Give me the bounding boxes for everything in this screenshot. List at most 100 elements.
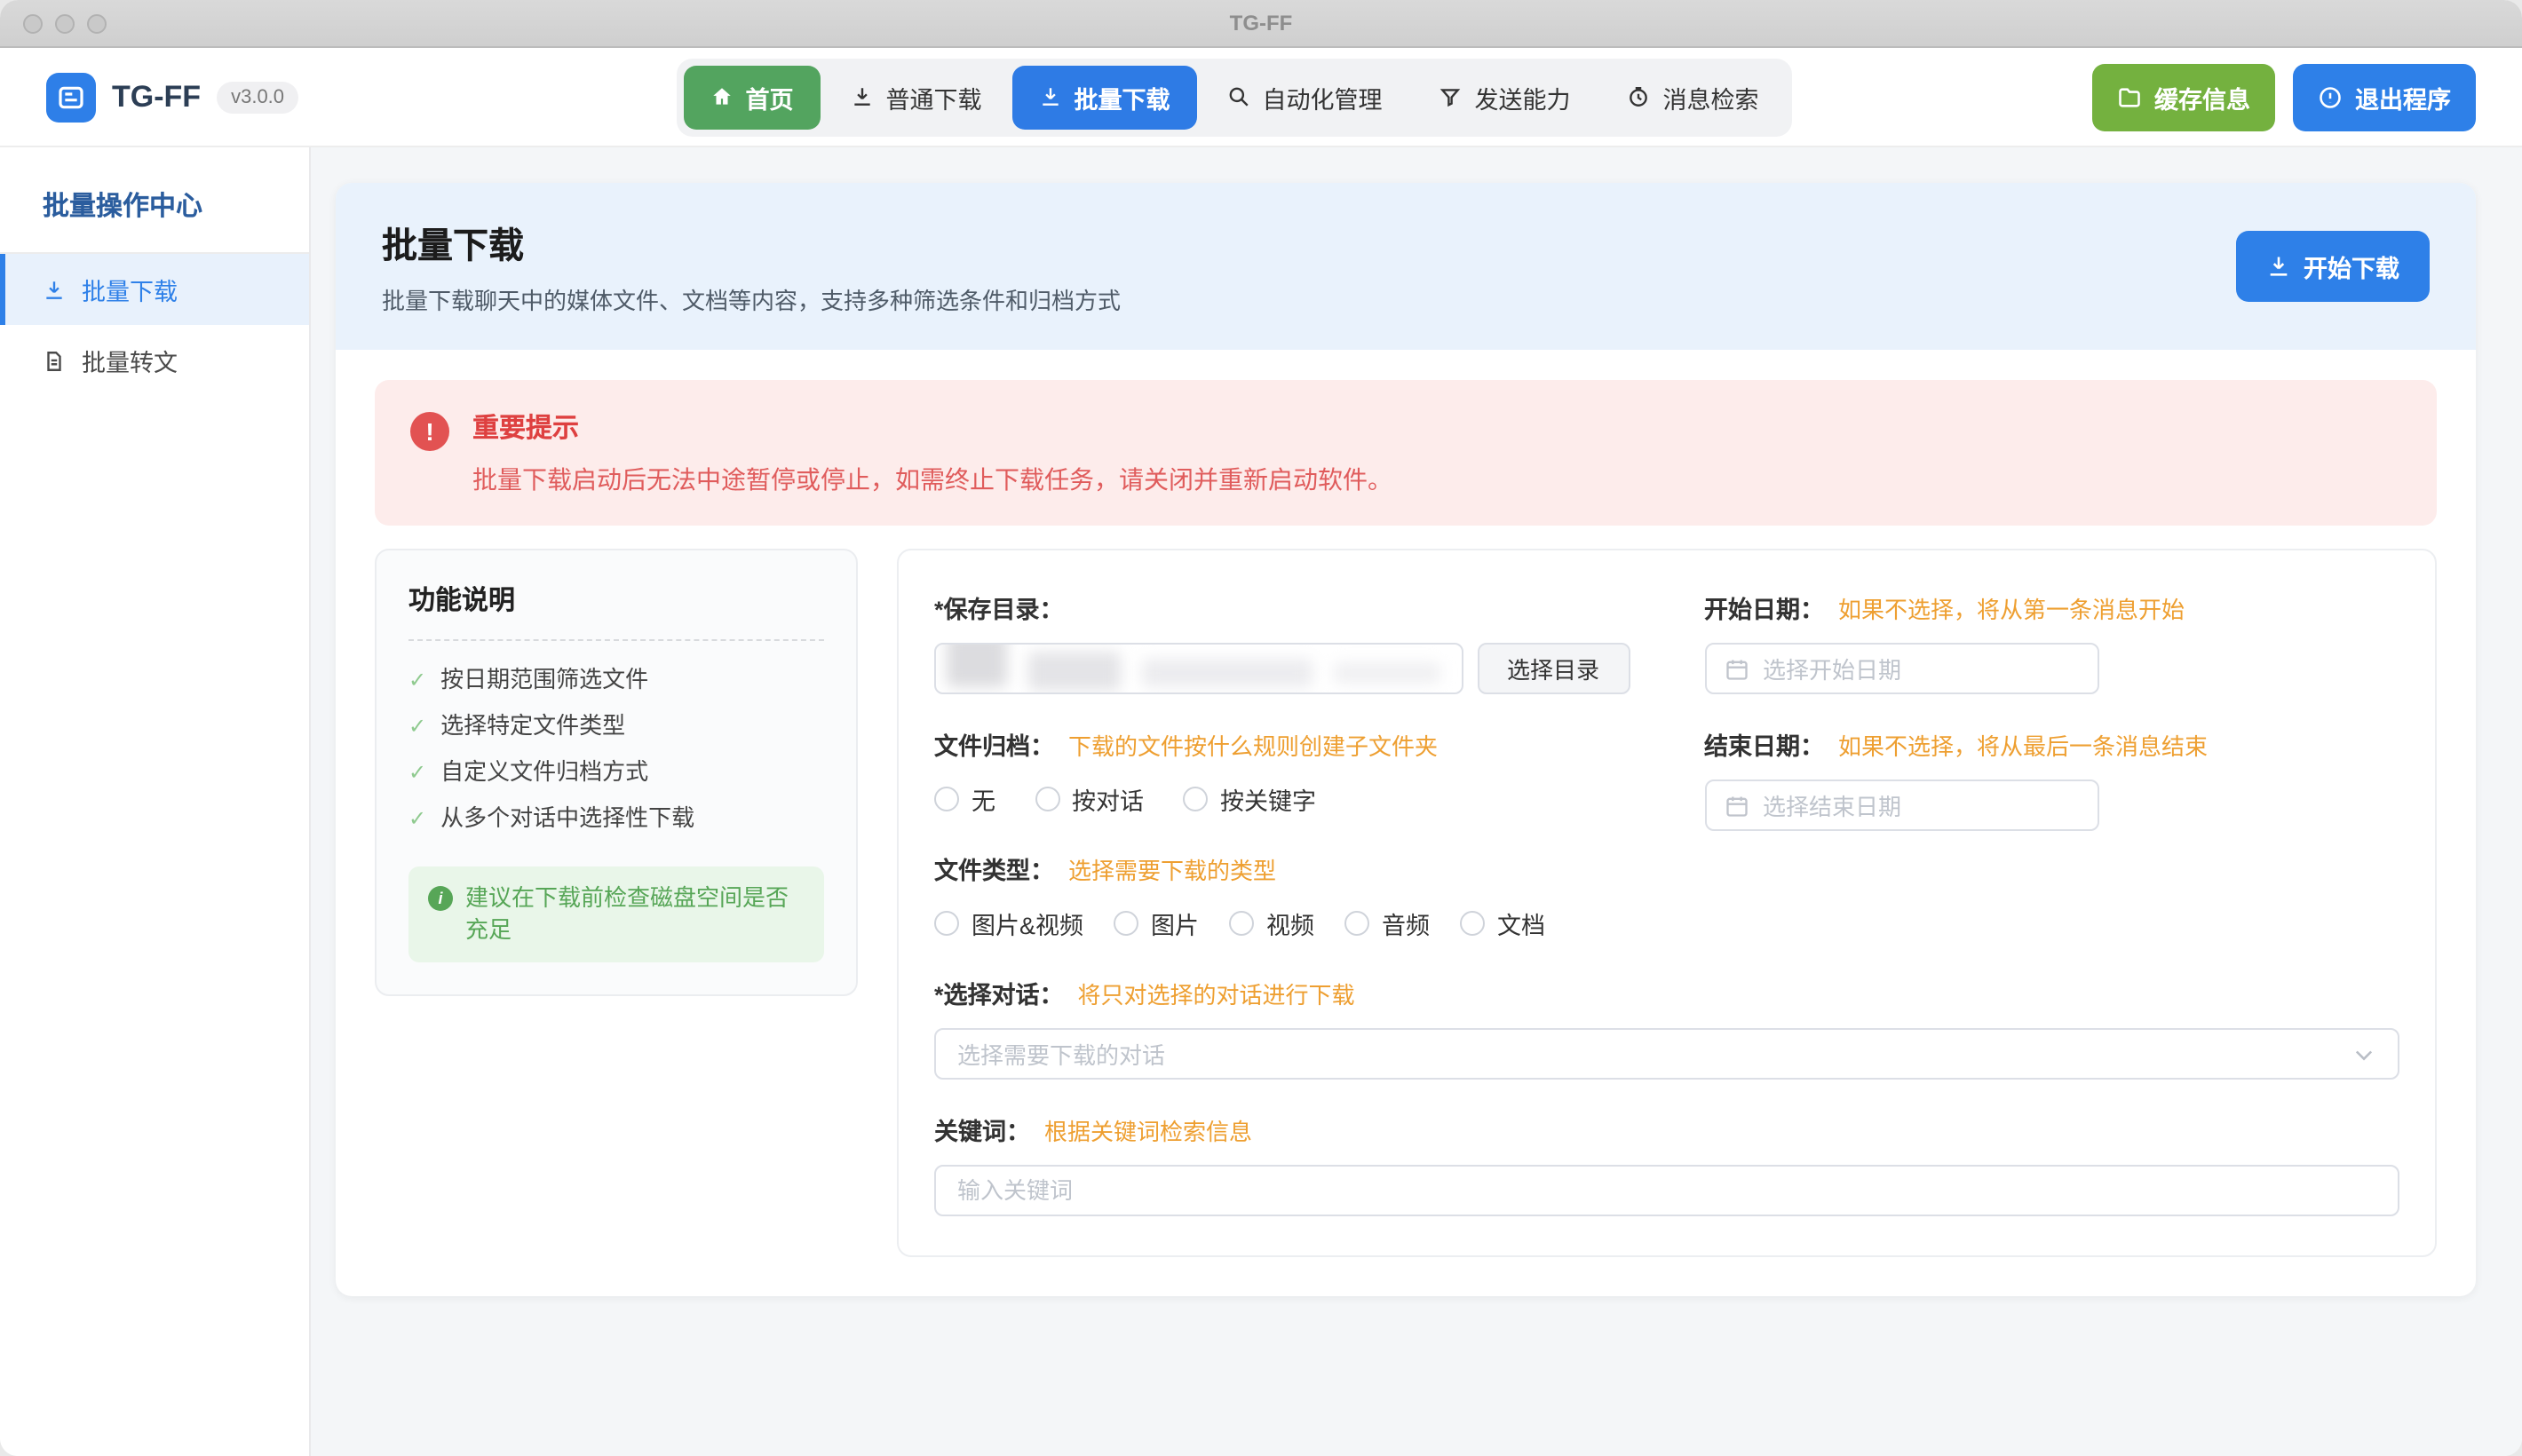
nav-tab-label: 首页 [746,79,794,115]
app-logo-icon [46,72,96,122]
download-icon [2266,254,2291,279]
archive-radio-group: 无 按对话 按关键字 [934,779,1630,819]
start-download-label: 开始下载 [2304,249,2399,284]
radio-option-photo[interactable]: 图片 [1114,906,1199,941]
end-date-input[interactable]: 选择结束日期 [1704,779,2098,831]
radio-option-photo-video[interactable]: 图片&视频 [934,906,1083,941]
exclamation-circle-icon [2318,84,2343,109]
dialog-select-hint: 将只对选择的对话进行下载 [1078,977,1355,1010]
check-icon [408,795,426,842]
nav-tab-label: 批量下载 [1075,79,1170,115]
sidebar-item-batch-download[interactable]: 批量下载 [0,254,309,325]
file-type-hint: 选择需要下载的类型 [1068,852,1276,886]
radio-icon [934,787,959,811]
nav-tab-home[interactable]: 首页 [684,65,821,129]
cache-info-button[interactable]: 缓存信息 [2092,63,2275,131]
dialog-select[interactable]: 选择需要下载的对话 [934,1028,2399,1080]
radio-icon [1460,911,1485,936]
page-subtitle: 批量下载聊天中的媒体文件、文档等内容，支持多种筛选条件和归档方式 [382,282,1121,316]
feature-item: 自定义文件归档方式 [408,749,824,795]
radio-option-none[interactable]: 无 [934,781,995,817]
info-icon [428,886,453,911]
sidebar-item-batch-transcribe[interactable]: 批量转文 [0,325,309,396]
save-directory-row: 选择目录 [934,643,1630,694]
sidebar-title: 批量操作中心 [0,147,309,252]
brand: TG-FF v3.0.0 [46,72,401,122]
feature-item-label: 选择特定文件类型 [440,703,625,749]
radio-option-by-keyword[interactable]: 按关键字 [1183,781,1316,817]
download-icon [851,85,874,108]
feature-item-label: 从多个对话中选择性下载 [440,795,694,842]
main-content: 批量下载 批量下载聊天中的媒体文件、文档等内容，支持多种筛选条件和归档方式 开始… [311,147,2522,1456]
nav-tab-message-search[interactable]: 消息检索 [1601,65,1786,129]
dialog-select-label: *选择对话： 将只对选择的对话进行下载 [934,975,2399,1010]
download-form: *保存目录： 选择目录 [897,549,2437,1257]
chevron-down-icon [2351,1041,2376,1066]
filter-icon [1439,85,1463,108]
radio-icon [1344,911,1369,936]
feature-item-label: 按日期范围筛选文件 [440,657,648,703]
feature-list: 按日期范围筛选文件 选择特定文件类型 自定义文件归档方式 从多个对话中选择性下载 [408,657,824,842]
warning-message: 批量下载启动后无法中途暂停或停止，如需终止下载任务，请关闭并重新启动软件。 [472,462,1392,497]
nav-tab-label: 普通下载 [886,79,982,115]
warning-title: 重要提示 [472,408,1392,446]
calendar-icon [1724,656,1749,681]
brand-name: TG-FF [112,79,201,115]
redacted-path [1028,652,1121,691]
radio-icon [934,911,959,936]
radio-option-video[interactable]: 视频 [1229,906,1314,941]
page-header-text: 批量下载 批量下载聊天中的媒体文件、文档等内容，支持多种筛选条件和归档方式 [382,217,1121,316]
titlebar: TG-FF [0,0,2522,48]
redacted-path [1334,662,1440,684]
end-date-placeholder: 选择结束日期 [1763,788,1901,822]
radio-option-by-dialog[interactable]: 按对话 [1035,781,1144,817]
radio-icon [1114,911,1138,936]
disk-space-tip: 建议在下载前检查磁盘空间是否充足 [408,866,824,962]
exit-button[interactable]: 退出程序 [2293,63,2476,131]
nav-tab-automation[interactable]: 自动化管理 [1201,65,1409,129]
choose-directory-button[interactable]: 选择目录 [1477,643,1630,694]
archive-hint: 下载的文件按什么规则创建子文件夹 [1068,728,1438,762]
start-download-button[interactable]: 开始下载 [2236,231,2430,302]
warning-alert: 重要提示 批量下载启动后无法中途暂停或停止，如需终止下载任务，请关闭并重新启动软… [375,380,2437,526]
save-directory-input[interactable] [934,643,1463,694]
columns: 功能说明 按日期范围筛选文件 选择特定文件类型 自定义文件归档方式 从多个对话中… [375,549,2437,1257]
check-icon [408,703,426,749]
nav-tab-label: 发送能力 [1475,79,1571,115]
start-date-hint: 如果不选择，将从第一条消息开始 [1838,591,2185,625]
page-header-band: 批量下载 批量下载聊天中的媒体文件、文档等内容，支持多种筛选条件和归档方式 开始… [336,183,2476,350]
dialog-select-placeholder: 选择需要下载的对话 [957,1037,1165,1071]
nav-tab-send[interactable]: 发送能力 [1413,65,1598,129]
archive-label: 文件归档： 下载的文件按什么规则创建子文件夹 [934,726,1630,762]
keyword-input[interactable] [934,1165,2399,1216]
nav-tab-label: 消息检索 [1663,79,1759,115]
sidebar-item-label: 批量转文 [82,343,178,378]
search-icon [1227,85,1250,108]
end-date-label: 结束日期： 如果不选择，将从最后一条消息结束 [1704,726,2399,762]
radio-icon [1183,787,1208,811]
radio-option-audio[interactable]: 音频 [1344,906,1430,941]
start-date-label: 开始日期： 如果不选择，将从第一条消息开始 [1704,590,2399,625]
folder-icon [2117,84,2142,109]
sidebar: 批量操作中心 批量下载 批量转文 [0,147,311,1456]
nav-tab-normal-download[interactable]: 普通下载 [824,65,1009,129]
warning-icon [410,412,449,451]
file-type-label: 文件类型： 选择需要下载的类型 [934,851,1630,886]
redacted-path [947,643,1007,687]
nav-tab-batch-download[interactable]: 批量下载 [1012,65,1197,129]
check-icon [408,657,426,703]
clock-icon [1628,85,1651,108]
check-icon [408,749,426,795]
feature-item-label: 自定义文件归档方式 [440,749,648,795]
form-right-column: 开始日期： 如果不选择，将从第一条消息开始 选择开始日期 结束日期： [1704,579,2399,831]
form-left-column: *保存目录： 选择目录 [934,579,1630,943]
nav-tab-label: 自动化管理 [1263,79,1383,115]
start-date-input[interactable]: 选择开始日期 [1704,643,2098,694]
download-icon [43,278,66,301]
sidebar-item-label: 批量下载 [82,272,178,307]
page-title: 批量下载 [382,217,1121,268]
feature-panel: 功能说明 按日期范围筛选文件 选择特定文件类型 自定义文件归档方式 从多个对话中… [375,549,858,996]
document-icon [43,349,66,372]
save-directory-label: *保存目录： [934,590,1630,625]
radio-option-document[interactable]: 文档 [1460,906,1545,941]
